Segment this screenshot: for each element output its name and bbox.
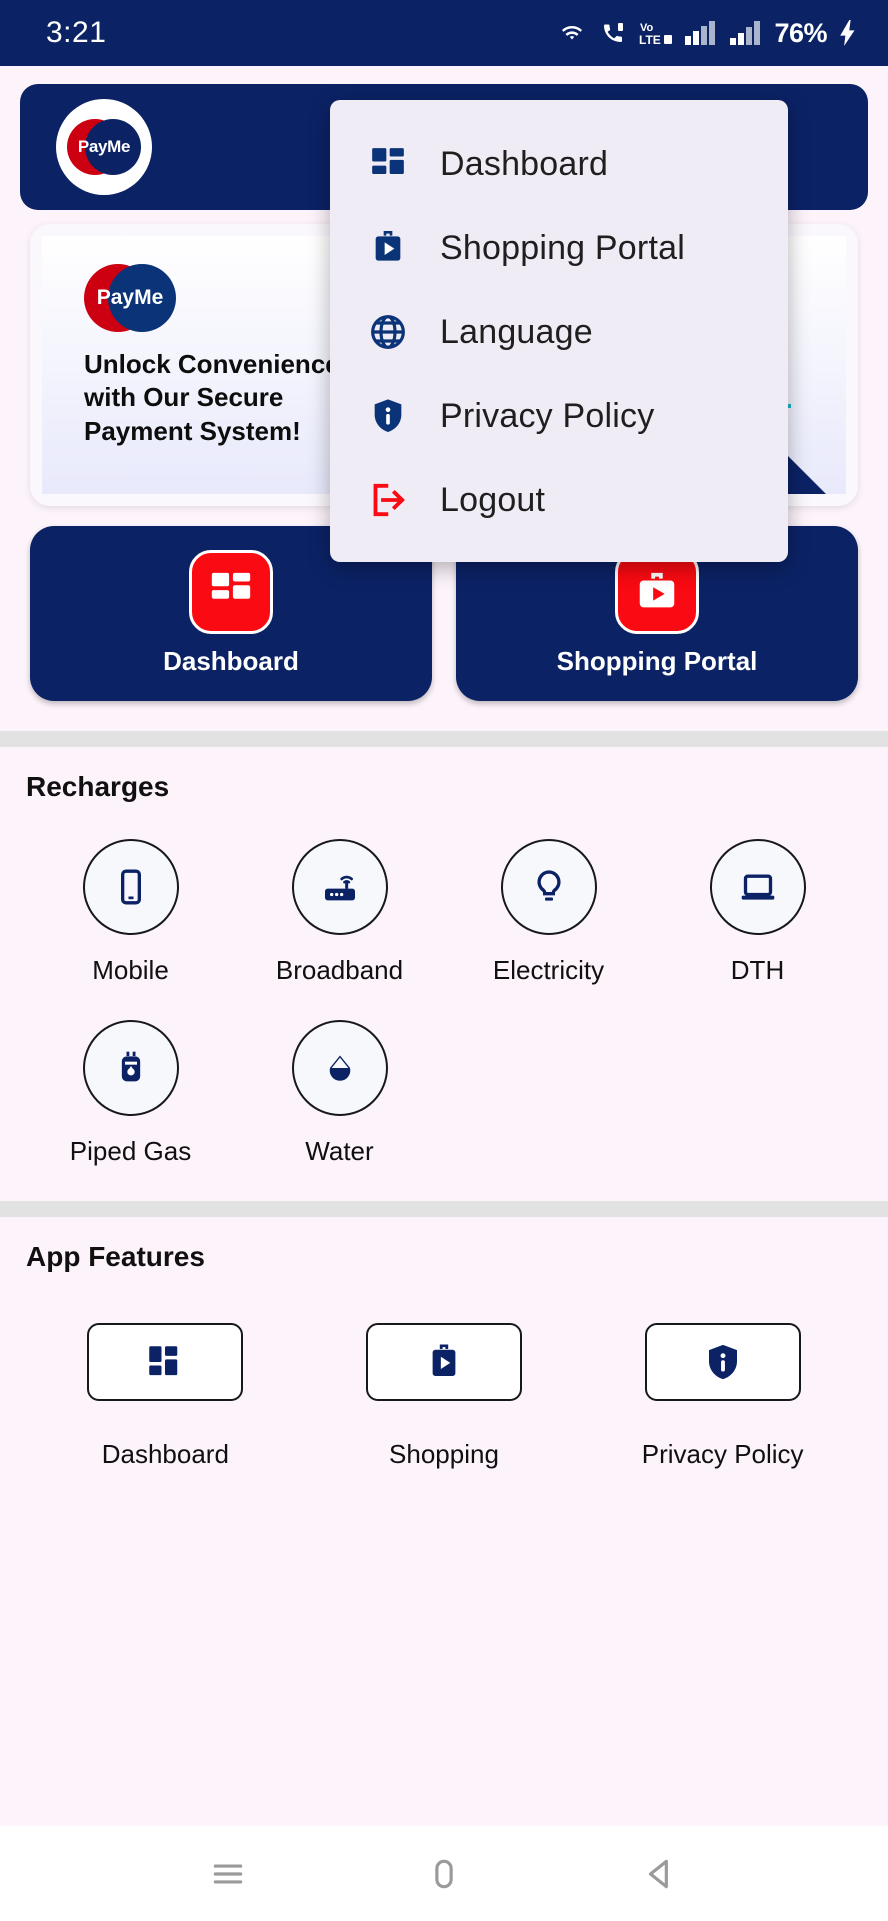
recents-icon[interactable] (193, 1839, 263, 1909)
globe-icon (366, 310, 410, 354)
recharge-item-mobile[interactable]: Mobile (26, 839, 235, 986)
app-features-grid: Dashboard Shopping Privacy Policy (26, 1323, 862, 1470)
payme-logo: PayMe (56, 99, 152, 195)
banner-payme-logo: PayMe (84, 264, 176, 332)
banner-logo-text: PayMe (96, 286, 164, 309)
router-wifi-icon (291, 839, 388, 935)
dashboard-grid-icon (87, 1323, 244, 1401)
app-screen: 3:21 Vo LTE 76% PayMe PayMe Unlock Conve… (0, 0, 888, 1921)
tile-dashboard-label: Dashboard (163, 646, 299, 676)
light-bulb-icon (500, 839, 597, 935)
menu-item-language[interactable]: Language (330, 290, 788, 374)
menu-item-label: Logout (440, 480, 546, 519)
recharge-item-water[interactable]: Water (235, 1020, 444, 1167)
volte2-icon: Vo LTE (639, 20, 673, 46)
menu-item-label: Shopping Portal (440, 228, 685, 267)
recharges-grid: Mobile Broadband Electricity DTH Piped G… (26, 839, 862, 1167)
feature-item-privacy-policy[interactable]: Privacy Policy (583, 1323, 862, 1470)
dashboard-grid-icon (189, 550, 273, 634)
status-icons: Vo LTE 76% (557, 18, 858, 49)
recharge-label: Mobile (92, 955, 169, 985)
wifi-icon (557, 21, 587, 45)
recharge-label: Broadband (275, 955, 404, 985)
battery-percentage: 76% (774, 17, 827, 48)
shield-info-icon (644, 1323, 801, 1401)
mobile-phone-icon (82, 839, 179, 935)
signal-bars-2-icon (729, 21, 763, 45)
shield-info-icon (366, 394, 410, 438)
section-divider-2 (0, 1201, 888, 1217)
feature-item-dashboard[interactable]: Dashboard (26, 1323, 305, 1470)
system-navigation-bar (0, 1826, 888, 1921)
home-icon[interactable] (409, 1839, 479, 1909)
recharge-label: Piped Gas (69, 1136, 192, 1166)
recharge-item-electricity[interactable]: Electricity (444, 839, 653, 986)
feature-item-shopping[interactable]: Shopping (305, 1323, 584, 1470)
menu-item-label: Language (440, 312, 593, 351)
tile-shopping-label: Shopping Portal (556, 646, 758, 676)
recharge-label: Water (305, 1136, 374, 1166)
recharges-title: Recharges (26, 771, 170, 802)
dashboard-grid-icon (366, 142, 410, 186)
tv-laptop-icon (709, 839, 806, 935)
menu-item-logout[interactable]: Logout (330, 458, 788, 542)
shopping-bag-play-icon (365, 1323, 522, 1401)
signal-bars-1-icon (684, 21, 718, 45)
feature-label: Privacy Policy (641, 1439, 804, 1469)
back-icon[interactable] (625, 1839, 695, 1909)
menu-item-label: Dashboard (440, 144, 609, 183)
status-bar: 3:21 Vo LTE 76% (0, 0, 888, 66)
menu-item-dashboard[interactable]: Dashboard (330, 122, 788, 206)
status-time: 3:21 (46, 16, 107, 49)
feature-label: Dashboard (101, 1439, 229, 1469)
recharges-section: Recharges Mobile Broadband Electricity D… (0, 747, 888, 1201)
menu-item-privacy-policy[interactable]: Privacy Policy (330, 374, 788, 458)
feature-label: Shopping (389, 1439, 499, 1469)
app-features-section: App Features Dashboard Shopping Privacy … (0, 1217, 888, 1504)
recharge-label: DTH (730, 955, 785, 985)
recharge-item-broadband[interactable]: Broadband (235, 839, 444, 986)
logo-text: PayMe (77, 137, 131, 156)
gas-cylinder-icon (82, 1020, 179, 1116)
section-divider-1 (0, 731, 888, 747)
recharge-label: Electricity (492, 955, 605, 985)
recharge-item-piped-gas[interactable]: Piped Gas (26, 1020, 235, 1167)
charging-bolt-icon (838, 20, 858, 46)
overflow-menu[interactable]: Dashboard Shopping Portal Language Priva… (330, 100, 788, 562)
menu-item-shopping-portal[interactable]: Shopping Portal (330, 206, 788, 290)
svg-text:LTE: LTE (639, 33, 661, 46)
recharge-item-dth[interactable]: DTH (653, 839, 862, 986)
shopping-bag-play-icon (615, 550, 699, 634)
menu-item-label: Privacy Policy (440, 396, 655, 435)
shopping-bag-play-icon (366, 226, 410, 270)
app-features-title: App Features (26, 1241, 205, 1272)
call-signal-icon (598, 21, 628, 45)
logout-arrow-icon (366, 478, 410, 522)
water-drop-icon (291, 1020, 388, 1116)
